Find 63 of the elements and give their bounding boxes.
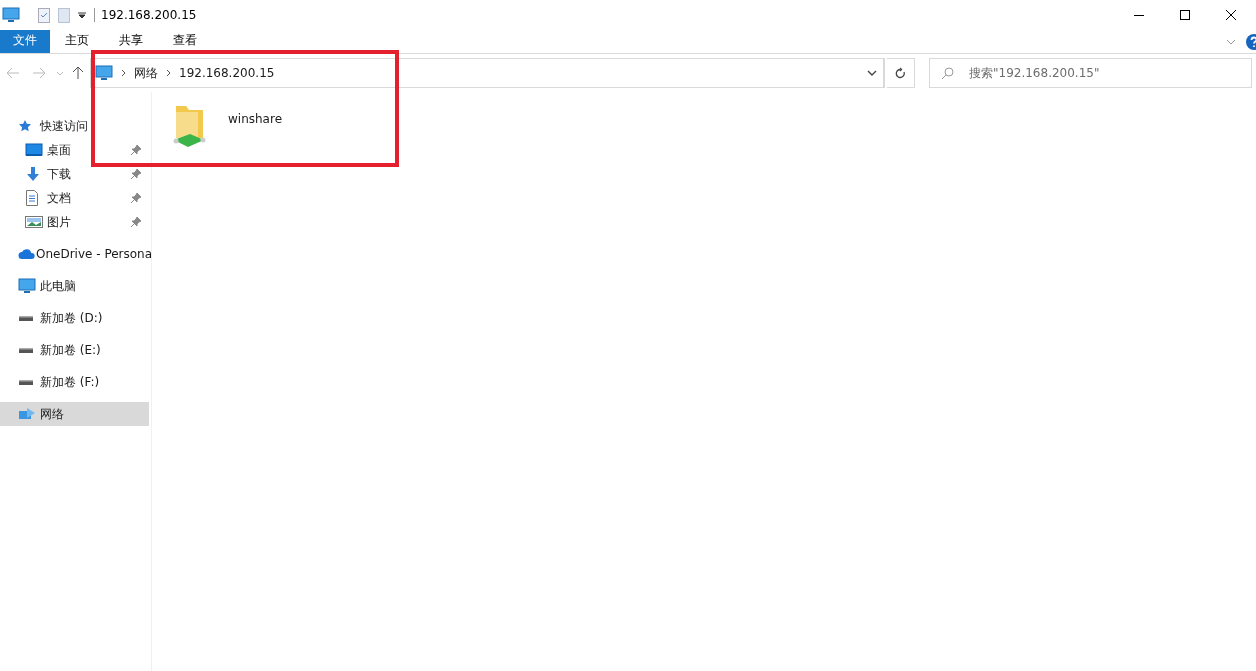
chevron-down-icon[interactable] xyxy=(1226,38,1236,45)
search-icon xyxy=(941,67,954,80)
sidebar-label: 新加卷 (F:) xyxy=(40,374,101,391)
sidebar-label: 新加卷 (E:) xyxy=(40,342,102,359)
chevron-down-icon xyxy=(866,70,877,76)
sidebar-label: 新加卷 (D:) xyxy=(40,310,104,327)
ribbon-tab[interactable]: 查看 xyxy=(158,30,212,53)
sidebar-item[interactable]: 快速访问 xyxy=(0,114,149,138)
sidebar-item[interactable]: 新加卷 (F:) xyxy=(0,370,149,394)
drive-icon xyxy=(18,378,34,386)
chevron-right-icon[interactable] xyxy=(166,69,171,77)
refresh-icon xyxy=(895,67,906,79)
ribbon-tab[interactable]: 共享 xyxy=(104,30,158,53)
share-item[interactable]: winshare xyxy=(170,102,310,150)
sidebar-label: 图片 xyxy=(47,214,72,231)
star-icon xyxy=(18,119,32,133)
sidebar-item[interactable]: 图片 xyxy=(0,210,149,234)
address-bar[interactable]: 网络 192.168.200.15 xyxy=(90,58,885,88)
monitor-icon xyxy=(95,65,113,81)
breadcrumb[interactable]: 192.168.200.15 xyxy=(179,64,275,82)
share-name: winshare xyxy=(228,111,283,128)
monitor-icon xyxy=(18,278,36,294)
refresh-button[interactable] xyxy=(887,58,915,88)
sidebar-item[interactable]: 新加卷 (E:) xyxy=(0,338,149,362)
chevron-down-icon[interactable] xyxy=(56,70,64,76)
monitor-icon xyxy=(2,7,20,23)
down-arrow-icon xyxy=(25,166,41,182)
breadcrumb[interactable]: 网络 xyxy=(134,64,158,82)
up-arrow-icon[interactable] xyxy=(72,66,84,80)
document-icon xyxy=(25,190,39,206)
pin-icon[interactable] xyxy=(131,217,141,227)
pin-icon[interactable] xyxy=(131,145,141,155)
drive-icon xyxy=(18,314,34,322)
properties-icon[interactable] xyxy=(38,7,50,23)
window-title: 192.168.200.15 xyxy=(101,7,197,24)
sidebar-item[interactable]: 下载 xyxy=(0,162,149,186)
back-arrow-icon[interactable] xyxy=(6,67,20,79)
maximize-icon xyxy=(1180,10,1190,20)
pin-icon[interactable] xyxy=(131,193,141,203)
ribbon-tab[interactable]: 主页 xyxy=(50,30,104,53)
desktop-icon xyxy=(25,143,43,157)
sidebar-label: 文档 xyxy=(47,190,72,207)
sidebar-item[interactable]: 新加卷 (D:) xyxy=(0,306,149,330)
pin-icon[interactable] xyxy=(131,169,141,179)
sidebar-label: 下载 xyxy=(47,166,72,183)
sidebar-item[interactable]: 桌面 xyxy=(0,138,149,162)
cloud-icon xyxy=(18,248,36,260)
sidebar-label: 网络 xyxy=(40,406,65,423)
search-field[interactable]: 搜索"192.168.200.15" xyxy=(929,58,1252,88)
sidebar-item[interactable]: 网络 xyxy=(0,402,149,426)
sidebar-label: 桌面 xyxy=(47,142,72,159)
sidebar-label: 快速访问 xyxy=(40,118,89,135)
drive-icon xyxy=(18,346,34,354)
network-icon xyxy=(18,407,36,421)
sidebar-item[interactable]: 此电脑 xyxy=(0,274,149,298)
chevron-right-icon[interactable] xyxy=(121,69,126,77)
minimize-icon xyxy=(1134,14,1144,16)
dropdown-icon[interactable] xyxy=(78,11,86,19)
close-icon xyxy=(1226,10,1236,20)
sidebar-label: 此电脑 xyxy=(40,278,77,295)
sidebar-item[interactable]: 文档 xyxy=(0,186,149,210)
forward-arrow-icon[interactable] xyxy=(32,67,46,79)
image-icon xyxy=(25,215,43,229)
